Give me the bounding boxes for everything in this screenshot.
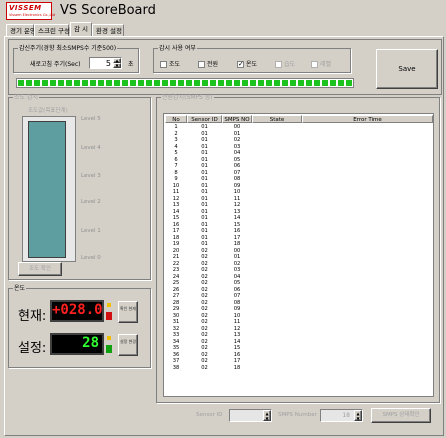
- illum-monitor-group-label: 조도 감시: [14, 94, 38, 101]
- monitor-targets-group-label: 감시 사용 여부: [159, 45, 196, 52]
- illum-gauge-bar: [28, 121, 66, 258]
- checkbox-power[interactable]: [198, 61, 205, 68]
- progress-fill: [18, 80, 352, 86]
- table-header: No Sensor ID SMPS NO State Error Time: [165, 115, 433, 123]
- checkbox-illum-label: 조도: [169, 61, 181, 68]
- smps-number-spin-icon[interactable]: ▲ ▼: [354, 410, 362, 421]
- level-label-2: Level 2: [81, 199, 101, 205]
- table-row[interactable]: 38 02 18: [165, 365, 433, 372]
- column-header-smps-no[interactable]: SMPS NO: [222, 115, 252, 123]
- checkbox-humidity-label: 습도: [284, 61, 296, 68]
- row-smps-no: 18: [233, 364, 241, 371]
- confirm-current-button[interactable]: 확인 현재: [118, 301, 138, 323]
- title-bar: VISSEM Vissem Electronics Co.,Ltd VS Sco…: [0, 0, 446, 22]
- checkbox-humidity[interactable]: [275, 61, 282, 68]
- temperature-group-label: 온도: [14, 285, 26, 292]
- company-logo: VISSEM Vissem Electronics Co.,Ltd: [6, 2, 56, 20]
- current-temp-label: 현재:: [18, 309, 47, 324]
- row-sensor-id: 02: [201, 364, 208, 371]
- checkbox-illum[interactable]: [160, 61, 167, 68]
- smps-number-label: SMPS Number: [278, 412, 317, 418]
- sensor-id-combo[interactable]: ▲ ▼: [229, 409, 272, 422]
- save-button[interactable]: Save: [376, 49, 438, 89]
- level-label-3: Level 3: [81, 173, 101, 179]
- smps-number-value: 18: [342, 412, 350, 419]
- column-header-sensor-id[interactable]: Sensor ID: [187, 115, 222, 123]
- current-temp-unit-indicator: [107, 303, 111, 307]
- refresh-progress-bar: [16, 78, 354, 88]
- spinner-down-button[interactable]: ▼: [113, 63, 121, 68]
- logo-brand: VISSEM: [9, 4, 42, 12]
- checkbox-temperature[interactable]: ✓: [237, 61, 244, 68]
- checkbox-level-label: 레벨: [320, 61, 332, 68]
- refresh-period-unit: 초: [128, 61, 134, 68]
- level-label-0: Level 0: [81, 255, 101, 261]
- current-temp-display: +028.0: [50, 300, 104, 322]
- logo-subtitle: Vissem Electronics Co.,Ltd: [9, 13, 56, 17]
- row-no: 38: [172, 364, 180, 371]
- refresh-period-group-label: 감신주기(경향 최소SMPS수 기준500): [19, 45, 117, 52]
- sensor-id-label: Sensor ID: [196, 412, 223, 418]
- change-setting-button[interactable]: 설정 변경: [118, 334, 138, 356]
- refresh-period-label: 새로고침 주기(Sec): [30, 61, 81, 68]
- sensor-id-spin-icon[interactable]: ▲ ▼: [263, 410, 271, 421]
- illum-gauge-label: 조도값(목표단계): [28, 108, 68, 114]
- column-header-no[interactable]: No: [165, 115, 187, 123]
- set-temp-status-led: [106, 345, 112, 353]
- checkbox-temperature-label: 온도: [246, 61, 258, 68]
- monitor-targets-group: 감시 사용 여부: [153, 45, 351, 73]
- app-title: VS ScoreBoard: [60, 3, 156, 18]
- set-temp-display: 28: [50, 333, 104, 355]
- refresh-period-value: 5: [105, 59, 111, 68]
- level-label-5: Level 5: [81, 116, 101, 122]
- column-header-state[interactable]: State: [252, 115, 302, 123]
- check-mark-icon: ✓: [238, 60, 244, 68]
- smps-status-check-button[interactable]: SMPS 상태확인: [371, 408, 431, 423]
- illum-check-button[interactable]: 조도 확인: [18, 262, 62, 276]
- set-temp-label: 설정:: [18, 341, 47, 356]
- smps-state-group-label: 전원감시(SMPS 상): [162, 94, 213, 101]
- tab-screen-config[interactable]: 스크린 구성: [34, 24, 70, 36]
- level-label-4: Level 4: [81, 145, 101, 151]
- set-temp-unit-indicator: [107, 336, 111, 340]
- tab-monitor[interactable]: 감 시: [70, 22, 92, 36]
- column-header-error-time[interactable]: Error Time: [302, 115, 433, 123]
- refresh-period-spinner[interactable]: 5 ▲ ▼: [89, 57, 122, 69]
- current-temp-alarm-led: [106, 312, 112, 320]
- level-label-1: Level 1: [81, 228, 101, 234]
- smps-number-combo[interactable]: 18 ▲ ▼: [320, 409, 363, 422]
- tab-settings[interactable]: 환경 설정: [92, 24, 124, 36]
- tab-game-operation[interactable]: 경기 운영: [6, 24, 36, 36]
- table-body: 1 01 00 2 01 01 3 01 02 4 01 03 5 01 04 6 01 05 7 01 06 8 01 07…: [165, 124, 433, 371]
- checkbox-power-label: 전원: [207, 61, 219, 68]
- checkbox-level[interactable]: [311, 61, 318, 68]
- smps-table[interactable]: No Sensor ID SMPS NO State Error Time 10…: [163, 113, 434, 397]
